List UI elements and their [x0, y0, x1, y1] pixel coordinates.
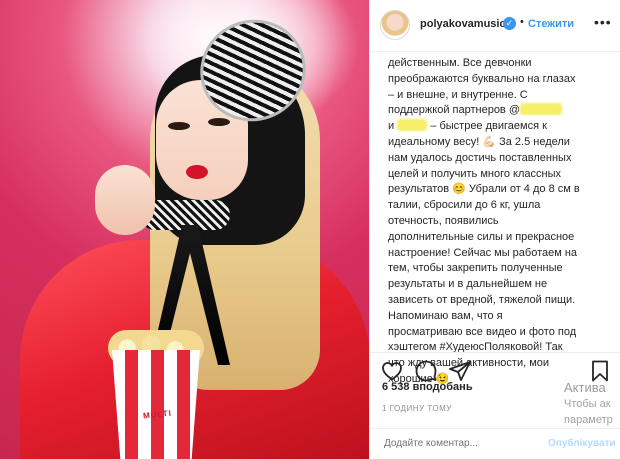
avatar[interactable] [380, 10, 410, 40]
post-photo[interactable]: MULTI [0, 0, 369, 459]
caption-line: преображаются буквально на глазах [388, 72, 576, 85]
heart-icon[interactable] [380, 359, 404, 383]
watermark-line: Чтобы ак [564, 398, 611, 410]
separator-dot: • [520, 16, 524, 28]
right-eye [208, 118, 230, 126]
caption-line: результаты и в дальнейшем не [388, 278, 548, 291]
caption-line: действенным. Все девчонки [388, 57, 532, 69]
caption-line: просматриваю все видео и фото под [388, 325, 577, 338]
post-header: polyakovamusic ✓ • Стежити ••• [370, 0, 620, 52]
verified-badge-icon: ✓ [503, 17, 516, 30]
likes-count[interactable]: 6 538 вподобань [382, 381, 473, 393]
caption-text: и [388, 120, 395, 133]
caption-text: поддержкой партнеров @ [388, 104, 520, 117]
caption-text: – быстрее двигаемся к [430, 120, 547, 133]
username-link[interactable]: polyakovamusic [420, 18, 506, 30]
windows-activation-watermark: Актива Чтобы ак параметр [564, 380, 613, 428]
left-eye [168, 122, 190, 130]
caption-line: – и внешне, и внутренне. С [388, 88, 528, 101]
caption-line: тем, чтобы закрепить полученные [388, 262, 563, 275]
post-timestamp[interactable]: 1 ГОДИНУ ТОМУ [382, 404, 452, 413]
watermark-line: Актива [564, 380, 606, 395]
watermark-line: параметр [564, 414, 613, 426]
comment-bar: Опублікувати [370, 428, 620, 459]
caption-line: Напоминаю вам, что я [388, 309, 503, 322]
caption-line: целей и получить много классных [388, 167, 561, 180]
caption-line: отечность, появились [388, 214, 499, 227]
redacted-mention [520, 103, 562, 116]
publish-button[interactable]: Опублікувати [548, 438, 616, 449]
caption-line: и – быстрее двигаемся к [388, 119, 610, 135]
share-icon[interactable] [448, 359, 472, 383]
redacted-mention [397, 119, 428, 132]
hand [95, 165, 155, 235]
caption-line: талии, сбросили до 6 кг, ушла [388, 199, 541, 212]
popcorn-bucket [112, 350, 200, 459]
lips [186, 165, 208, 179]
post-caption: действенным. Все девчонки преображаются … [388, 56, 610, 388]
caption-line: зависеть от вредной, тяжелой пищи. [388, 293, 576, 306]
instagram-post: MULTI polyakovamusic ✓ • Стежити ••• дей… [0, 0, 620, 459]
caption-line: настроение! Сейчас мы работаем на [388, 246, 578, 259]
comment-input[interactable] [382, 437, 546, 450]
caption-line: нам удалось достичь поставленных [388, 151, 572, 164]
caption-line: дополнительные силы и прекрасное [388, 230, 575, 243]
follow-button[interactable]: Стежити [528, 18, 574, 30]
more-options-icon[interactable]: ••• [594, 14, 612, 30]
caption-line: результатов 😊 Убрали от 4 до 8 см в [388, 183, 580, 196]
caption-line: идеальному весу! 💪🏻 За 2.5 недели [388, 135, 570, 148]
comment-icon[interactable] [414, 359, 438, 383]
caption-line: поддержкой партнеров @ [388, 103, 610, 119]
